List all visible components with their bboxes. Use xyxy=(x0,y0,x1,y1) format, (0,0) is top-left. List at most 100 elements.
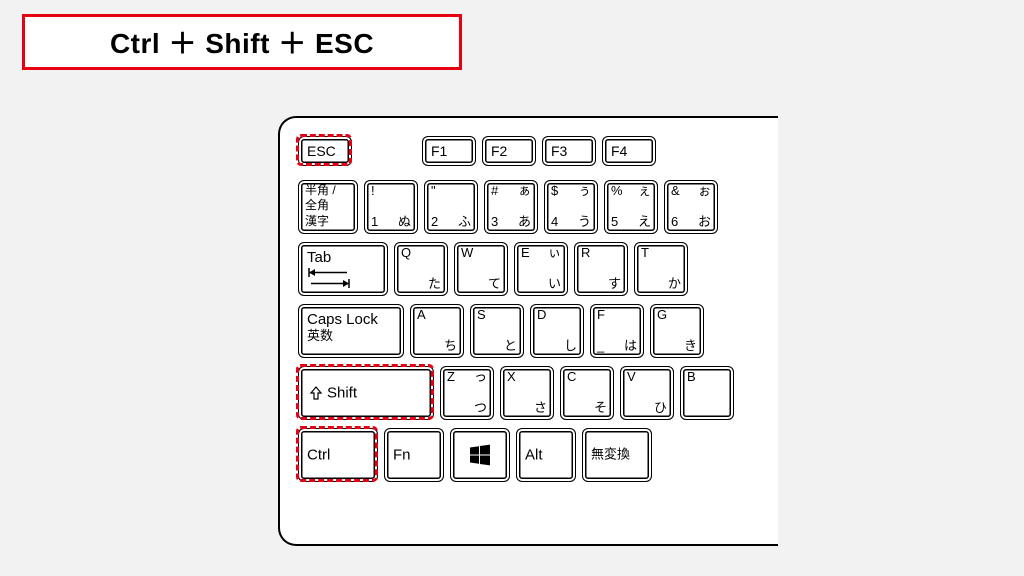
key-sym-br: ふ xyxy=(458,215,471,230)
key-sym-bl: 2 xyxy=(431,215,438,230)
key-sym-tl: " xyxy=(431,184,436,199)
key-6: & 6 ぉ お xyxy=(664,180,718,234)
key-sublabel: 英数 xyxy=(307,329,333,344)
key-label: Caps Lock xyxy=(307,311,378,328)
shortcut-title: Ctrl ＋ Shift ＋ ESC xyxy=(110,22,374,62)
key-x: X さ xyxy=(500,366,554,420)
key-letter: E xyxy=(521,246,530,261)
key-muhenkan: 無変換 xyxy=(582,428,652,482)
key-label: Shift xyxy=(327,384,357,401)
key-esc: ESC xyxy=(298,136,352,166)
key-letter: X xyxy=(507,370,516,385)
key-e: E ぃ い xyxy=(514,242,568,296)
key-d: D し xyxy=(530,304,584,358)
windows-icon xyxy=(469,444,491,466)
key-2: " 2 ふ xyxy=(424,180,478,234)
key-5: % 5 ぇ え xyxy=(604,180,658,234)
key-kana: す xyxy=(608,277,621,292)
key-letter: T xyxy=(641,246,649,261)
key-b: B xyxy=(680,366,734,420)
key-kana: た xyxy=(428,277,441,292)
key-4: $ 4 ぅ う xyxy=(544,180,598,234)
key-kana: つ xyxy=(474,401,487,416)
key-label: Alt xyxy=(525,446,543,463)
key-letter: V xyxy=(627,370,636,385)
key-label: Tab xyxy=(307,249,331,266)
key-label: F4 xyxy=(611,143,627,159)
key-r: R す xyxy=(574,242,628,296)
key-letter: Z xyxy=(447,370,455,385)
key-sym-bl: 3 xyxy=(491,215,498,230)
key-ctrl: Ctrl xyxy=(298,428,378,482)
key-capslock: Caps Lock 英数 xyxy=(298,304,404,358)
key-kana: さ xyxy=(534,401,547,416)
key-sym-tr: ぅ xyxy=(578,184,591,199)
key-letter: F xyxy=(597,308,605,323)
key-label: F1 xyxy=(431,143,447,159)
key-kana: し xyxy=(564,339,577,354)
key-sym-bl: 6 xyxy=(671,215,678,230)
key-sym-tr: ぇ xyxy=(638,184,651,199)
key-letter: Q xyxy=(401,246,411,261)
key-fn: Fn xyxy=(384,428,444,482)
key-f: F _ は xyxy=(590,304,644,358)
key-alt: Alt xyxy=(516,428,576,482)
key-sym-br: お xyxy=(698,215,711,230)
keyboard-diagram: ESC F1 F2 F3 F4 半角 / 全角 漢字 ! 1 ぬ " 2 ふ #… xyxy=(278,116,778,546)
key-sym-tr: ぉ xyxy=(698,184,711,199)
key-label: 無変換 xyxy=(591,448,630,463)
key-sym-br: う xyxy=(578,215,591,230)
key-letter: B xyxy=(687,370,696,385)
key-kana-small: っ xyxy=(474,370,487,385)
key-sym-bl: 1 xyxy=(371,215,378,230)
key-kana: そ xyxy=(594,401,607,416)
key-z: Z っ つ xyxy=(440,366,494,420)
shift-arrow-icon xyxy=(309,386,323,400)
key-sym-tl: & xyxy=(671,184,680,199)
key-kana: て xyxy=(488,277,501,292)
key-sym-bl: 5 xyxy=(611,215,618,230)
key-line: 全角 xyxy=(305,199,329,213)
key-letter: G xyxy=(657,308,667,323)
key-v: V ひ xyxy=(620,366,674,420)
key-zenkaku: 半角 / 全角 漢字 xyxy=(298,180,358,234)
key-kana: ち xyxy=(444,339,457,354)
key-letter: D xyxy=(537,308,546,323)
key-kana: と xyxy=(504,339,517,354)
key-sym-tl: # xyxy=(491,184,498,199)
key-1: ! 1 ぬ xyxy=(364,180,418,234)
key-shift: Shift xyxy=(298,366,434,420)
key-s: S と xyxy=(470,304,524,358)
key-sym-tl: % xyxy=(611,184,623,199)
key-label: Fn xyxy=(393,446,411,463)
key-f4: F4 xyxy=(602,136,656,166)
key-sym-tl: ! xyxy=(371,184,375,199)
key-kana: い xyxy=(548,277,561,292)
shortcut-title-box: Ctrl ＋ Shift ＋ ESC xyxy=(22,14,462,70)
key-kana-small: ぃ xyxy=(548,246,561,261)
key-c: C そ xyxy=(560,366,614,420)
key-f3: F3 xyxy=(542,136,596,166)
key-f2: F2 xyxy=(482,136,536,166)
key-label: Ctrl xyxy=(307,446,330,463)
key-sym-tl: $ xyxy=(551,184,558,199)
key-3: # 3 ぁ あ xyxy=(484,180,538,234)
key-kana: き xyxy=(684,339,697,354)
key-sym-br: あ xyxy=(518,215,531,230)
key-sym-br: え xyxy=(638,215,651,230)
key-underscore: _ xyxy=(597,339,604,354)
tab-arrows-icon xyxy=(307,267,351,289)
key-w: W て xyxy=(454,242,508,296)
key-tab: Tab xyxy=(298,242,388,296)
key-sym-bl: 4 xyxy=(551,215,558,230)
key-q: Q た xyxy=(394,242,448,296)
key-t: T か xyxy=(634,242,688,296)
key-sym-tr: ぁ xyxy=(518,184,531,199)
key-g: G き xyxy=(650,304,704,358)
key-label: F3 xyxy=(551,143,567,159)
key-f1: F1 xyxy=(422,136,476,166)
key-label: ESC xyxy=(307,143,336,159)
key-sym-br: ぬ xyxy=(398,215,411,230)
key-kana: は xyxy=(624,339,637,354)
key-letter: R xyxy=(581,246,590,261)
